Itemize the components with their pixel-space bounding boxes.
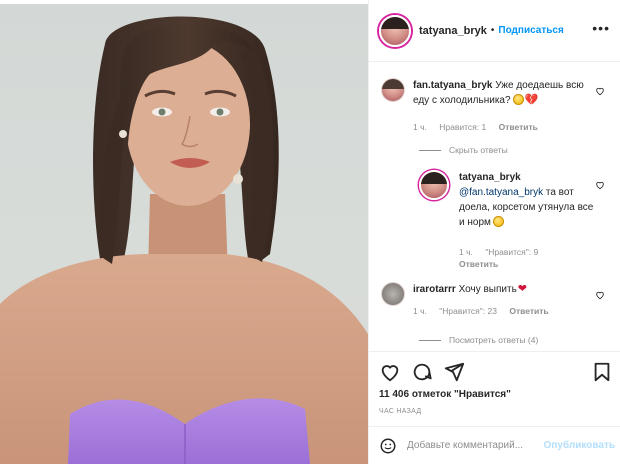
comment-username[interactable]: fan.tatyana_bryk [413, 80, 492, 91]
view-replies-toggle[interactable]: Посмотреть ответы (4) [419, 335, 538, 345]
comment-time[interactable]: 1 ч. [413, 122, 427, 132]
post-side-panel: tatyana_bryk • Подписаться ••• fan.tatya… [368, 0, 620, 464]
grinning-sweat-emoji [512, 94, 524, 105]
post-time[interactable]: ЧАС НАЗАД [379, 408, 421, 415]
header-separator: • [490, 25, 495, 36]
smiley-icon[interactable] [379, 437, 397, 455]
author-username[interactable]: tatyana_bryk [419, 25, 487, 37]
add-comment-input[interactable]: Добавьте комментарий... [407, 440, 544, 451]
instagram-post: tatyana_bryk • Подписаться ••• fan.tatya… [0, 0, 620, 464]
post-photo[interactable] [0, 4, 368, 464]
comment-username[interactable]: irarotarrr [413, 284, 456, 295]
heart-icon[interactable] [379, 361, 401, 383]
reply-likes[interactable]: "Нравится": 9 [485, 247, 538, 257]
broken-heart-emoji: 💔 [524, 94, 539, 106]
comment-like-heart-icon[interactable] [595, 290, 605, 300]
add-comment-bar: Добавьте комментарий... Опубликовать [369, 426, 620, 464]
reply-time[interactable]: 1 ч. [459, 247, 473, 257]
grinning-sweat-emoji [492, 216, 504, 227]
toggle-line [419, 149, 441, 151]
comment-icon[interactable] [411, 361, 433, 383]
reply-username[interactable]: tatyana_bryk [459, 172, 521, 183]
comment-likes[interactable]: "Нравится": 23 [439, 306, 497, 316]
reply-meta: 1 ч. "Нравится": 9 Ответить [459, 246, 599, 270]
reply-button[interactable]: Ответить [499, 122, 538, 132]
reply-item: tatyana_bryk @fan.tatyana_bryk та вот до… [419, 170, 599, 270]
reply-like-heart-icon[interactable] [595, 180, 605, 190]
post-header: tatyana_bryk • Подписаться ••• [369, 0, 620, 62]
comment-item: fan.tatyana_bryk Уже доедаешь всю еду с … [381, 78, 596, 132]
publish-button[interactable]: Опубликовать [544, 440, 615, 451]
follow-button[interactable]: Подписаться [498, 25, 563, 36]
comments-list: fan.tatyana_bryk Уже доедаешь всю еду с … [369, 62, 620, 350]
comment-text: irarotarrr Хочу выпить❤ [413, 282, 559, 297]
red-heart-emoji: ❤ [517, 283, 527, 295]
bookmark-icon[interactable] [591, 361, 613, 383]
post-actions-bar [369, 351, 620, 391]
comment-text: fan.tatyana_bryk Уже доедаешь всю еду с … [413, 78, 596, 108]
toggle-line [419, 339, 441, 341]
reply-button[interactable]: Ответить [509, 306, 548, 316]
more-horizontal-icon[interactable]: ••• [592, 21, 610, 35]
comment-body: Хочу выпить [458, 284, 517, 295]
hide-replies-label[interactable]: Скрыть ответы [449, 145, 508, 155]
comment-like-heart-icon[interactable] [595, 86, 605, 96]
hide-replies-toggle[interactable]: Скрыть ответы [419, 145, 508, 155]
comment-likes[interactable]: Нравится: 1 [439, 122, 486, 132]
commenter-avatar[interactable] [381, 282, 405, 306]
reply-mention[interactable]: @fan.tatyana_bryk [459, 187, 543, 198]
comment-meta: 1 ч. Нравится: 1 Ответить [413, 122, 596, 132]
comment-meta: 1 ч. "Нравится": 23 Ответить [413, 306, 559, 316]
comment-item: irarotarrr Хочу выпить❤ 1 ч. "Нравится":… [381, 282, 596, 316]
reply-reply-button[interactable]: Ответить [459, 259, 498, 269]
comment-time[interactable]: 1 ч. [413, 306, 427, 316]
reply-text: tatyana_bryk @fan.tatyana_bryk та вот до… [459, 170, 599, 230]
reply-avatar[interactable] [419, 170, 449, 200]
portrait-image [0, 16, 368, 464]
share-icon[interactable] [443, 361, 465, 383]
likes-count[interactable]: 11 406 отметок "Нравится" [379, 389, 511, 400]
view-replies-label[interactable]: Посмотреть ответы (4) [449, 335, 538, 345]
author-avatar[interactable] [379, 14, 411, 47]
commenter-avatar[interactable] [381, 78, 405, 102]
